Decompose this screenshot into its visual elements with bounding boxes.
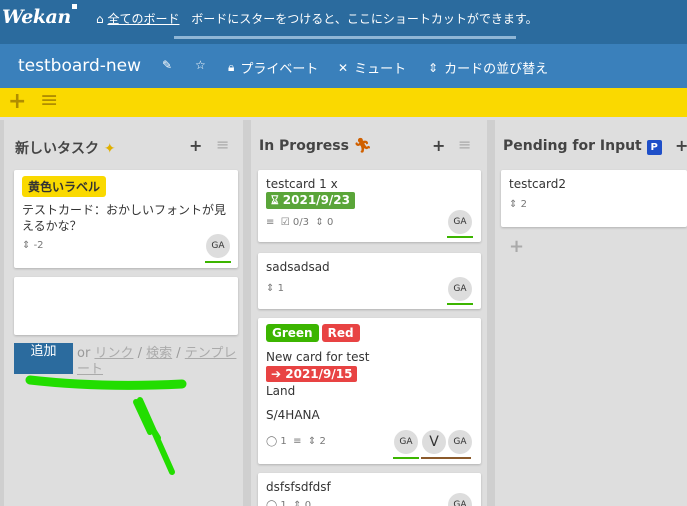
due-date-badge[interactable]: ⌛︎ 2021/9/23 <box>266 192 355 209</box>
header-underline <box>174 36 516 39</box>
card-badges: ⇕ -2 <box>22 240 44 251</box>
card-composer-textarea[interactable] <box>14 277 238 335</box>
hourglass-icon: ⌛︎ <box>271 193 279 207</box>
list-menu-icon[interactable]: ≡ <box>458 135 471 154</box>
search-card-link[interactable]: 検索 <box>146 346 172 361</box>
sort-icon: ⇕ <box>315 217 324 228</box>
card[interactable]: sadsadsad ⇕ 1 GA <box>258 253 481 309</box>
add-card-icon[interactable]: + <box>509 236 524 257</box>
sort-icon: ⇕ <box>307 436 317 447</box>
card-title: testcard2 <box>509 177 566 191</box>
card[interactable]: testcard2 ⇕ 2 <box>501 170 687 227</box>
list-header: 新しいタスク ✦ + ≡ <box>4 126 243 164</box>
parking-icon: P <box>646 140 662 155</box>
visibility-button[interactable]: 🔒︎ プライベート <box>228 58 318 77</box>
lock-icon: 🔒︎ <box>228 60 235 74</box>
card-badges: ≡ ☑ 0/3 ⇕ 0 <box>266 217 334 228</box>
card[interactable]: dsfsfsdfdsf ◯ 1 ⇕ 0 GA <box>258 473 481 506</box>
comment-icon: ◯ <box>266 500 278 506</box>
avatar-status <box>421 457 471 459</box>
sign-in-icon: ➔ <box>271 367 282 381</box>
wekan-logo[interactable]: Wekan <box>2 4 77 28</box>
avatar[interactable]: GA <box>448 430 472 454</box>
board-header: testboard-new ✎ ☆ 🔒︎ プライベート ✕ ミュート ⇕ カードの並び… <box>0 44 687 88</box>
card-badges: ⇕ 2 <box>509 199 527 210</box>
list-separator <box>487 120 495 506</box>
mute-button[interactable]: ✕ ミュート <box>338 58 406 78</box>
list-in-progress: In Progress 🏃︎ + ≡ <box>251 126 487 164</box>
card-labels: Green Red <box>266 324 363 342</box>
list-menu-icon[interactable]: ≡ <box>216 135 229 154</box>
add-card-icon[interactable]: + <box>432 136 445 155</box>
starred-hint: ボードにスターをつけると、ここにショートカットができます。 <box>191 12 538 26</box>
list-title[interactable]: Pending for Input P <box>503 138 662 155</box>
card-title: New card for test <box>266 350 370 364</box>
add-swimlane-icon[interactable]: + <box>8 89 26 114</box>
card-title: sadsadsad <box>266 260 330 274</box>
bell-slash-icon: ✕ <box>338 60 349 75</box>
avatar[interactable]: GA <box>448 493 472 506</box>
card-title: テストカード：おかしいフォントが見えるかな？ <box>22 203 227 233</box>
home-icon: ⌂ <box>96 12 104 26</box>
pencil-icon: ✎ <box>162 58 173 72</box>
list-title[interactable]: In Progress 🏃︎ <box>259 138 372 154</box>
avatar-status <box>393 457 419 459</box>
custom-field: Land <box>266 384 296 398</box>
sort-icon: ⇕ <box>509 199 518 210</box>
card-label: Red <box>321 324 360 342</box>
description-icon: ≡ <box>266 217 275 228</box>
due-date-badge[interactable]: ➔ 2021/9/15 <box>266 366 358 382</box>
avatar-status <box>447 303 473 305</box>
list-separator <box>243 120 251 506</box>
avatar[interactable]: V <box>422 430 446 454</box>
card-title: testcard 1 x <box>266 177 338 191</box>
card-label: 黄色いラベル <box>22 176 107 197</box>
card-title: dsfsfsdfdsf <box>266 480 331 494</box>
card[interactable]: 黄色いラベル テストカード：おかしいフォントが見えるかな？ ⇕ -2 GA <box>14 170 238 268</box>
card[interactable]: testcard 1 x ⌛︎ 2021/9/23 ≡ ☑ 0/3 ⇕ 0 GA <box>258 170 481 242</box>
card-badges: ◯ 1 ≡ ⇕ 2 <box>266 436 326 447</box>
card-badges: ◯ 1 ⇕ 0 <box>266 500 311 506</box>
avatar[interactable]: GA <box>448 277 472 301</box>
runner-icon: 🏃︎ <box>353 138 372 154</box>
edit-board-button[interactable]: ✎ <box>162 58 172 72</box>
card-label: Green <box>266 324 319 342</box>
checklist-icon: ☑ <box>280 217 290 228</box>
top-links: ⌂ 全てのボード ボードにスターをつけると、ここにショートカットができます。 <box>96 10 538 27</box>
sort-icon: ⇕ <box>266 283 275 294</box>
card[interactable]: Green Red New card for test ➔ 2021/9/15 L… <box>258 318 481 464</box>
sort-icon: ⇕ <box>293 500 302 506</box>
star-icon: ☆ <box>195 58 206 72</box>
sort-icon: ⇕ <box>428 60 439 75</box>
top-header: Wekan ⌂ 全てのボード ボードにスターをつけると、ここにショートカットがで… <box>0 0 687 44</box>
annotation-scribble <box>25 375 187 475</box>
comment-icon: ◯ <box>266 436 278 447</box>
swimlane-header: + ≡ <box>0 88 687 117</box>
list-header: In Progress 🏃︎ + ≡ <box>251 126 487 164</box>
description-icon: ≡ <box>293 436 302 447</box>
avatar[interactable]: GA <box>448 210 472 234</box>
list-title[interactable]: 新しいタスク ✦ <box>15 138 116 158</box>
sparkle-icon: ✦ <box>103 141 116 157</box>
swimlane-menu-icon[interactable]: ≡ <box>40 88 58 113</box>
sort-cards-button[interactable]: ⇕ カードの並び替え <box>428 58 548 78</box>
custom-field: S/4HANA <box>266 408 320 422</box>
avatar-status <box>205 261 231 263</box>
avatar-status <box>447 236 473 238</box>
link-card-link[interactable]: リンク <box>94 346 133 361</box>
star-board-button[interactable]: ☆ <box>195 58 206 72</box>
list-pending: Pending for Input P + <box>495 126 687 164</box>
list-header: Pending for Input P + <box>495 126 687 164</box>
card-badges: ⇕ 1 <box>266 283 284 294</box>
add-card-icon[interactable]: + <box>189 136 202 155</box>
sort-icon: ⇕ <box>22 240 31 251</box>
avatar[interactable]: GA <box>206 234 230 258</box>
all-boards-link[interactable]: 全てのボード <box>107 12 179 26</box>
list-new-tasks: 新しいタスク ✦ + ≡ <box>4 126 243 164</box>
avatar[interactable]: GA <box>394 430 418 454</box>
add-card-icon[interactable]: + <box>675 136 687 155</box>
board-title[interactable]: testboard-new <box>18 56 141 76</box>
